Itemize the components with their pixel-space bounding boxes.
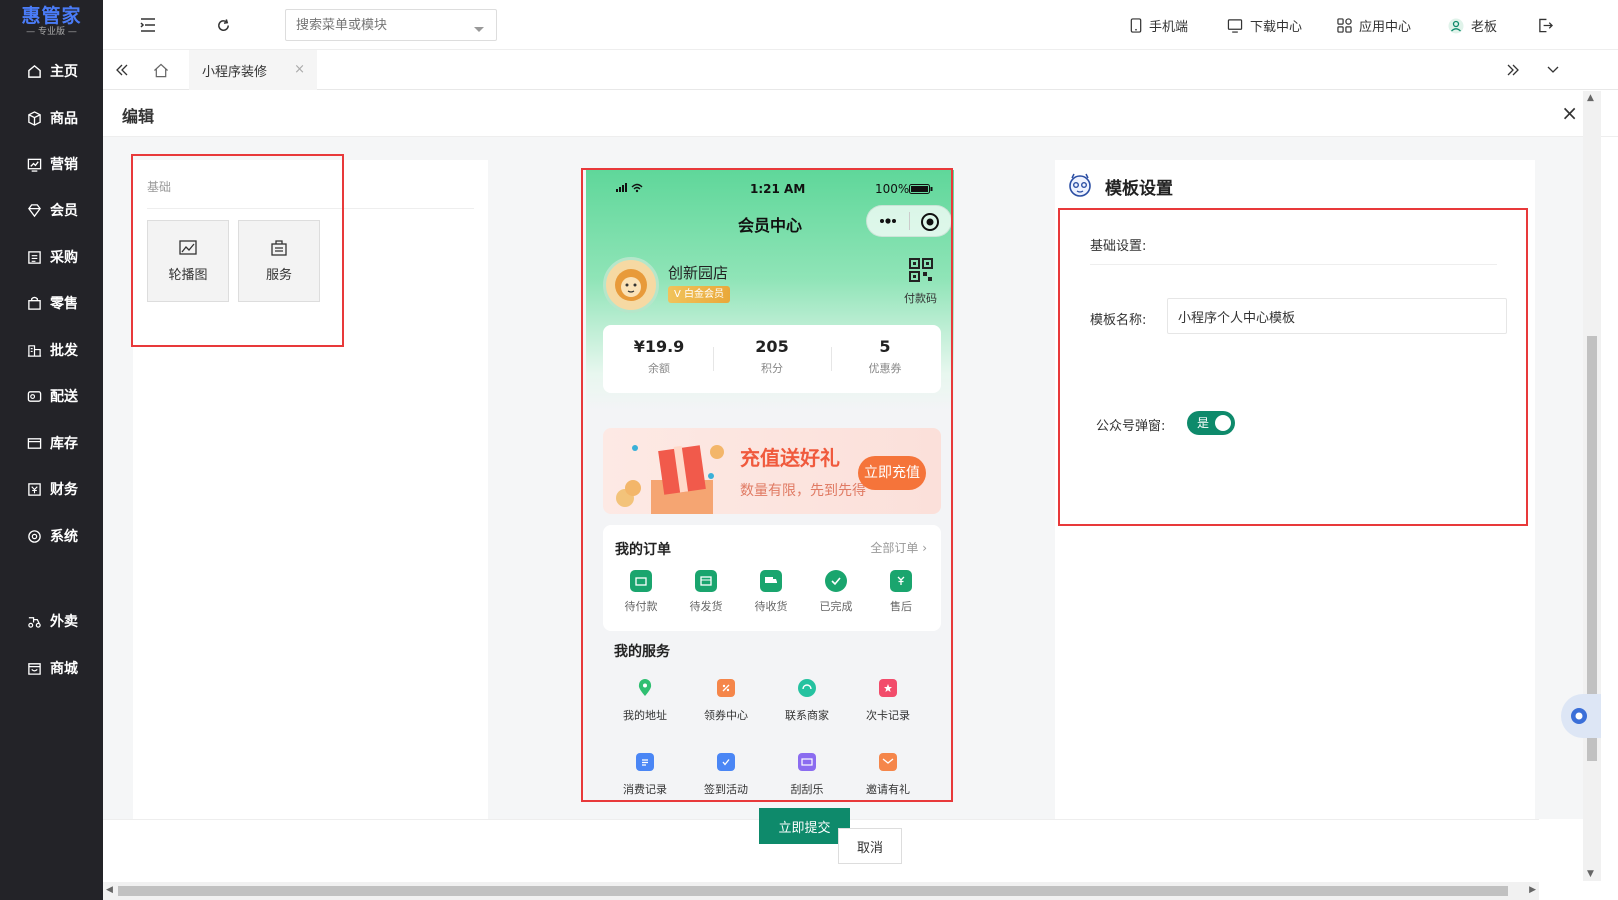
mascot-icon [1069, 173, 1091, 197]
delivery-icon [26, 388, 42, 404]
tab-bar: 小程序装修 × [103, 50, 1618, 90]
tab-mini-program-decoration[interactable]: 小程序装修 × [189, 50, 317, 90]
sidebar-item-label: 主页 [50, 64, 78, 80]
floating-assistant-button[interactable] [1561, 694, 1601, 738]
horizontal-scrollbar[interactable]: ◀ ▶ [103, 882, 1539, 900]
app-logo[interactable]: 惠管家 — 专业版 — [0, 0, 103, 42]
sidebar-item-mall[interactable]: 商城 [0, 646, 103, 690]
scrollbar-thumb[interactable] [118, 886, 1508, 896]
assistant-icon [1571, 708, 1587, 724]
sidebar-item-label: 会员 [50, 203, 78, 219]
vertical-scrollbar[interactable]: ▲ ▼ [1583, 91, 1601, 881]
top-bar: 手机端 下载中心 应用中心 老板 [103, 0, 1618, 50]
sidebar-item-retail[interactable]: 零售 [0, 281, 103, 325]
monitor-icon [1227, 19, 1243, 33]
logo-subtitle: — 专业版 — [26, 27, 77, 37]
sidebar-item-inventory[interactable]: 库存 [0, 421, 103, 465]
bag-icon [26, 295, 42, 311]
mobile-icon [1130, 18, 1142, 33]
sidebar-item-label: 采购 [50, 250, 78, 266]
scroll-left-arrow-icon[interactable]: ◀ [106, 885, 113, 895]
app-center-link[interactable]: 应用中心 [1337, 16, 1411, 35]
mobile-label: 手机端 [1149, 20, 1189, 35]
logo-title: 惠管家 [21, 5, 82, 27]
sidebar-item-label: 系统 [50, 529, 78, 545]
apps-grid-icon [1337, 18, 1352, 33]
sidebar-item-label: 批发 [50, 343, 78, 359]
user-menu[interactable]: 老板 [1448, 16, 1497, 35]
scroll-up-arrow-icon[interactable]: ▲ [1587, 93, 1594, 103]
download-label: 下载中心 [1250, 20, 1303, 35]
sidebar-item-wholesale[interactable]: 批发 [0, 328, 103, 372]
apps-label: 应用中心 [1359, 20, 1412, 35]
sidebar-item-system[interactable]: 系统 [0, 514, 103, 558]
chevron-down-icon[interactable] [1543, 60, 1563, 80]
tab-label: 小程序装修 [202, 64, 268, 80]
download-center-link[interactable]: 下载中心 [1227, 16, 1302, 35]
sidebar-item-label: 财务 [50, 482, 78, 498]
sidebar-item-label: 商城 [50, 661, 78, 677]
double-chevron-left-icon[interactable] [112, 60, 132, 80]
highlight-frame-settings [1058, 208, 1528, 526]
home-tab-icon[interactable] [151, 60, 171, 80]
user-name: 老板 [1471, 20, 1498, 35]
settings-title: 模板设置 [1105, 179, 1173, 199]
sidebar-item-label: 库存 [50, 436, 78, 452]
sidebar-item-label: 外卖 [50, 614, 78, 630]
sidebar-item-label: 配送 [50, 389, 78, 405]
cancel-button[interactable]: 取消 [838, 828, 902, 864]
mall-icon [26, 660, 42, 676]
sidebar-item-purchase[interactable]: 采购 [0, 235, 103, 279]
sidebar-item-takeout[interactable]: 外卖 [0, 599, 103, 643]
finance-icon [26, 481, 42, 497]
scroll-down-arrow-icon[interactable]: ▼ [1587, 869, 1594, 879]
dialog-footer: 立即提交 取消 [103, 808, 1539, 882]
box-icon [26, 110, 42, 126]
sidebar: 惠管家 — 专业版 — 主页 商品 营销 会员 采购 零售 批发 配送 库存 财… [0, 0, 103, 900]
sidebar-item-member[interactable]: 会员 [0, 188, 103, 232]
building-icon [26, 342, 42, 358]
chart-icon [26, 156, 42, 172]
edit-dialog-header: 编辑 × [103, 91, 1618, 137]
submit-button[interactable]: 立即提交 [759, 808, 850, 844]
refresh-icon[interactable] [213, 15, 233, 35]
purchase-icon [26, 249, 42, 265]
takeout-icon [26, 613, 42, 629]
diamond-icon [26, 202, 42, 218]
logout-icon[interactable] [1535, 15, 1555, 35]
home-icon [26, 63, 42, 79]
system-icon [26, 528, 42, 544]
tab-close-icon[interactable]: × [294, 62, 305, 77]
dialog-title: 编辑 [122, 107, 155, 126]
sidebar-item-home[interactable]: 主页 [0, 49, 103, 93]
mobile-link[interactable]: 手机端 [1130, 16, 1188, 35]
chevron-down-icon[interactable] [473, 19, 485, 38]
sidebar-item-label: 商品 [50, 111, 78, 127]
sidebar-item-delivery[interactable]: 配送 [0, 374, 103, 418]
highlight-frame-phone [581, 168, 953, 802]
sidebar-item-goods[interactable]: 商品 [0, 96, 103, 140]
menu-search-input[interactable] [285, 9, 497, 41]
sidebar-item-finance[interactable]: 财务 [0, 467, 103, 511]
inventory-icon [26, 435, 42, 451]
close-icon[interactable]: × [1561, 101, 1578, 125]
double-chevron-right-icon[interactable] [1503, 60, 1523, 80]
menu-fold-icon[interactable] [138, 15, 158, 35]
scroll-right-arrow-icon[interactable]: ▶ [1529, 885, 1536, 895]
user-icon [1448, 18, 1464, 33]
highlight-frame-components [131, 154, 344, 347]
editor-workspace: 基础 轮播图 服务 1:21 AM 100% 会员中心 创新园店 V 白金会员 … [103, 137, 1583, 819]
sidebar-item-label: 营销 [50, 157, 78, 173]
sidebar-item-marketing[interactable]: 营销 [0, 142, 103, 186]
sidebar-item-label: 零售 [50, 296, 78, 312]
